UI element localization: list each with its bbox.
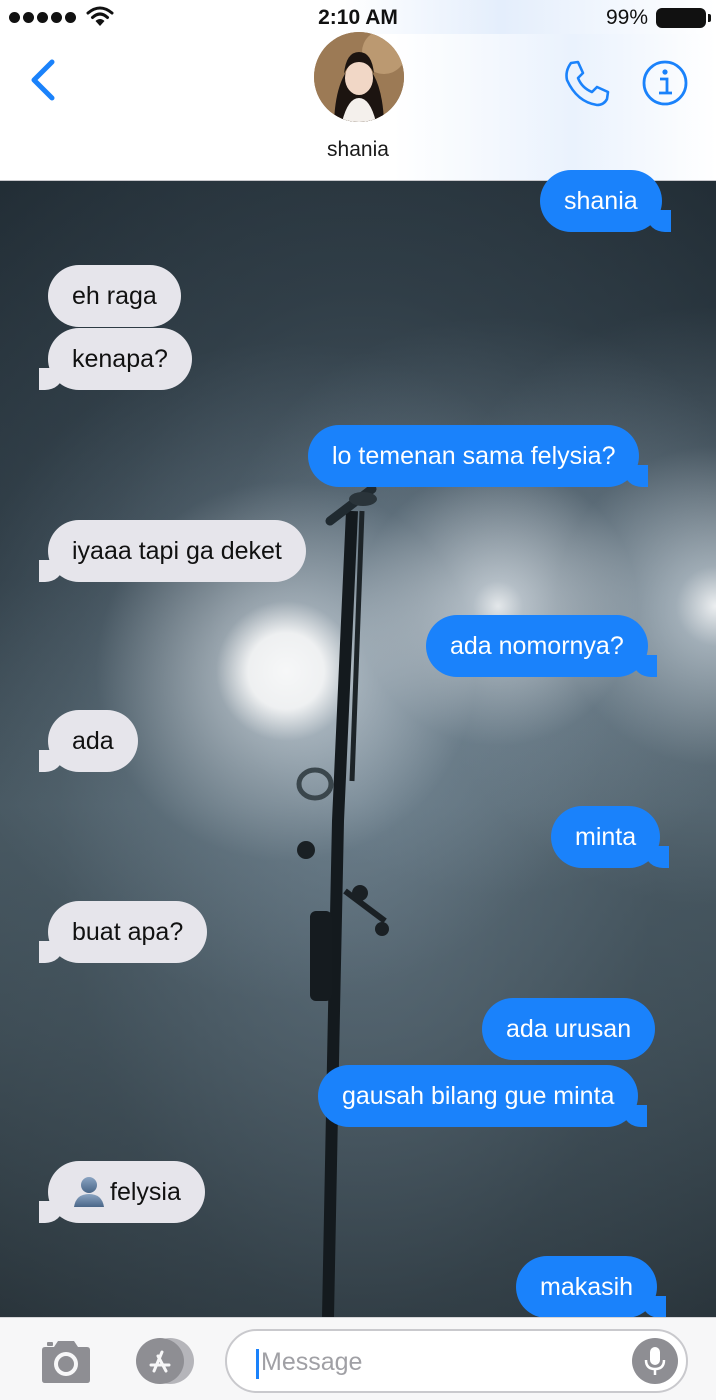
status-bar: 2:10 AM 99% [0, 0, 716, 34]
message-bubble-incoming[interactable]: ada [39, 710, 138, 772]
message-bubble-incoming[interactable]: eh raga [48, 265, 181, 327]
conversation-header: shania [0, 32, 716, 181]
contact-card-bubble[interactable]: felysia [39, 1161, 205, 1223]
message-input-placeholder: Message [261, 1348, 363, 1376]
message-bubble-incoming[interactable]: buat apa? [38, 901, 208, 963]
message-bubble-outgoing[interactable]: ada nomornya? [426, 615, 657, 677]
battery-percentage: 99% [605, 6, 648, 29]
message-bubble-incoming[interactable]: kenapa? [39, 328, 192, 390]
avatar[interactable] [314, 32, 404, 122]
battery-icon [656, 8, 711, 28]
contact-card-name: felysia [110, 1178, 181, 1206]
contact-name[interactable]: shania [0, 138, 716, 162]
message-bubble-outgoing[interactable]: lo temenan sama felysia? [308, 425, 649, 487]
person-icon [74, 1177, 104, 1208]
message-bubble-outgoing[interactable]: gausah bilang gue minta [318, 1065, 648, 1127]
info-icon[interactable] [640, 58, 690, 108]
phone-icon[interactable] [560, 58, 612, 110]
message-bubble-incoming[interactable]: iyaaa tapi ga deket [39, 520, 306, 582]
message-bubble-outgoing[interactable]: minta [551, 806, 670, 868]
message-bubble-outgoing[interactable]: ada urusan [482, 998, 656, 1060]
message-bubble-outgoing[interactable]: makasih [516, 1256, 667, 1318]
message-input[interactable]: Message [225, 1329, 688, 1393]
message-bubble-outgoing[interactable]: shania [540, 170, 671, 232]
chevron-left-icon[interactable] [24, 56, 64, 104]
microphone-button[interactable] [632, 1338, 678, 1384]
microphone-icon [644, 1347, 666, 1375]
contact-photo [314, 32, 404, 122]
camera-icon[interactable] [38, 1338, 94, 1386]
message-input-bar: Message [0, 1317, 716, 1400]
app-store-icon[interactable] [130, 1336, 198, 1386]
text-cursor [256, 1349, 259, 1379]
